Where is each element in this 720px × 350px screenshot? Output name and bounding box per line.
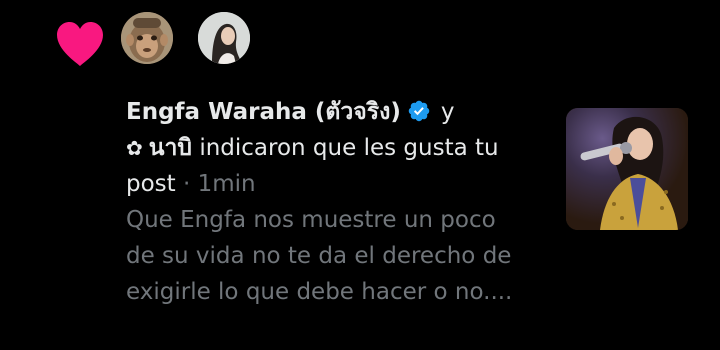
monkey-avatar-image [121,12,173,64]
singer-photo-thumbnail [566,108,688,230]
user-name-link[interactable]: Engfa Waraha (ตัวจริง) [126,99,401,125]
verified-badge-icon [408,100,430,122]
flower-icon: ✿ [126,136,143,160]
separator-dot: · [183,171,191,197]
headline-line-3: post · 1min [126,166,556,202]
conjunction-text: y [440,99,455,125]
heart-icon [57,22,103,66]
object-text: post [126,171,176,197]
notification-text: Engfa Waraha (ตัวจริง) y ✿ นาบิ indicaron… [126,94,556,310]
post-excerpt-line-3: exigirle lo que debe hacer o no.... [126,279,513,305]
headline-line-2: ✿ นาบิ indicaron que les gusta tu [126,130,556,166]
post-excerpt-line-2: de su vida no te da el derecho de [126,243,512,269]
woman-avatar-image [198,12,250,64]
media-thumbnail[interactable] [566,108,688,230]
action-text: indicaron que les gusta tu [199,135,499,161]
post-excerpt-line-1: Que Engfa nos muestre un poco [126,207,496,233]
timestamp[interactable]: 1min [198,171,256,197]
avatar-monkey[interactable] [121,12,173,64]
second-user-name-link[interactable]: นาบิ [149,135,192,161]
avatar-woman[interactable] [198,12,250,64]
headline-line-1: Engfa Waraha (ตัวจริง) y [126,94,556,130]
like-notification[interactable]: Engfa Waraha (ตัวจริง) y ✿ นาบิ indicaron… [0,0,720,350]
